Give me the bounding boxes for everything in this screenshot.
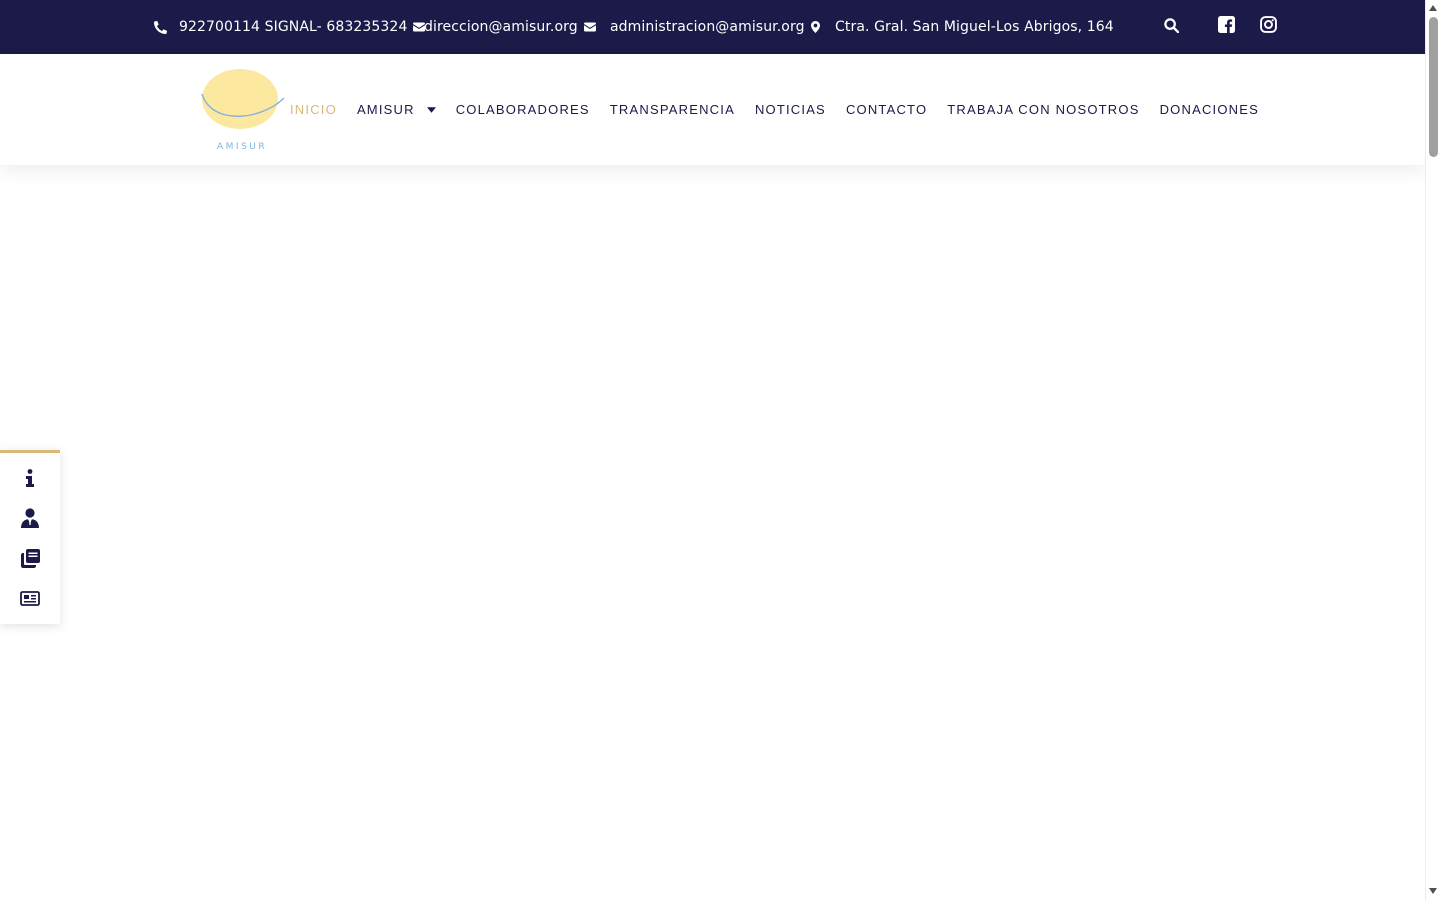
nav-item-colaboradores[interactable]: COLABORADORES bbox=[456, 102, 590, 117]
map-marker-icon bbox=[810, 21, 820, 33]
email-direccion[interactable]: direccion@amisur.org bbox=[424, 0, 596, 54]
scroll-up-arrow-icon[interactable] bbox=[1429, 5, 1437, 11]
copy-icon bbox=[20, 548, 40, 572]
nav-item-trabaja-con-nosotros[interactable]: TRABAJA CON NOSOTROS bbox=[947, 102, 1139, 117]
envelope-icon bbox=[583, 22, 596, 32]
main-header: AMISUR INICIO AMISUR COLABORADORES TRANS… bbox=[0, 54, 1425, 165]
nav-item-label: TRANSPARENCIA bbox=[609, 102, 735, 117]
nav-item-label: NOTICIAS bbox=[754, 102, 826, 117]
info-icon bbox=[26, 469, 34, 491]
scrollbar-thumb[interactable] bbox=[1429, 17, 1438, 157]
nav-item-transparencia[interactable]: TRANSPARENCIA bbox=[610, 102, 735, 117]
side-item-team[interactable] bbox=[0, 500, 60, 540]
nav-item-label: DONACIONES bbox=[1159, 102, 1259, 117]
nav-item-noticias[interactable]: NOTICIAS bbox=[755, 102, 826, 117]
email-administracion-text: administracion@amisur.org bbox=[610, 19, 805, 35]
email-direccion-text: direccion@amisur.org bbox=[424, 19, 578, 35]
phone-icon bbox=[154, 20, 167, 34]
phone-contact[interactable]: 922700114 SIGNAL- 683235324 bbox=[154, 0, 426, 54]
user-tie-icon bbox=[21, 508, 39, 532]
search-button[interactable] bbox=[1156, 12, 1186, 42]
side-item-info[interactable] bbox=[0, 460, 60, 500]
address[interactable]: Ctra. Gral. San Miguel-Los Abrigos, 164 bbox=[835, 0, 1114, 54]
newspaper-icon bbox=[20, 590, 40, 610]
side-item-documents[interactable] bbox=[0, 540, 60, 580]
facebook-link[interactable] bbox=[1217, 15, 1235, 37]
nav-item-label: CONTACTO bbox=[845, 102, 928, 117]
nav-item-label: AMISUR bbox=[356, 102, 415, 117]
instagram-icon bbox=[1259, 15, 1277, 37]
phone-text: 922700114 SIGNAL- 683235324 bbox=[179, 19, 408, 35]
email-administracion[interactable]: administracion@amisur.org bbox=[610, 0, 820, 54]
top-info-bar: 922700114 SIGNAL- 683235324 direccion@am… bbox=[0, 0, 1425, 54]
nav-item-donaciones[interactable]: DONACIONES bbox=[1160, 102, 1259, 117]
nav-item-label: TRABAJA CON NOSOTROS bbox=[947, 102, 1140, 117]
nav-item-amisur[interactable]: AMISUR bbox=[357, 102, 436, 117]
side-floating-menu bbox=[0, 450, 60, 624]
scroll-down-arrow-icon[interactable] bbox=[1429, 888, 1437, 894]
amisur-logo[interactable]: AMISUR bbox=[200, 68, 286, 154]
nav-item-label: INICIO bbox=[290, 102, 337, 117]
nav-item-inicio[interactable]: INICIO bbox=[290, 102, 337, 117]
main-nav: INICIO AMISUR COLABORADORES TRANSPARENCI… bbox=[290, 54, 1279, 165]
nav-item-contacto[interactable]: CONTACTO bbox=[846, 102, 927, 117]
search-icon bbox=[1163, 17, 1179, 37]
svg-text:AMISUR: AMISUR bbox=[217, 142, 267, 152]
address-text: Ctra. Gral. San Miguel-Los Abrigos, 164 bbox=[835, 19, 1114, 35]
page-scrollbar[interactable] bbox=[1425, 0, 1440, 900]
nav-item-label: COLABORADORES bbox=[455, 102, 590, 117]
facebook-icon bbox=[1217, 15, 1235, 37]
side-item-news[interactable] bbox=[0, 580, 60, 620]
caret-down-icon bbox=[426, 106, 436, 113]
instagram-link[interactable] bbox=[1259, 15, 1277, 37]
